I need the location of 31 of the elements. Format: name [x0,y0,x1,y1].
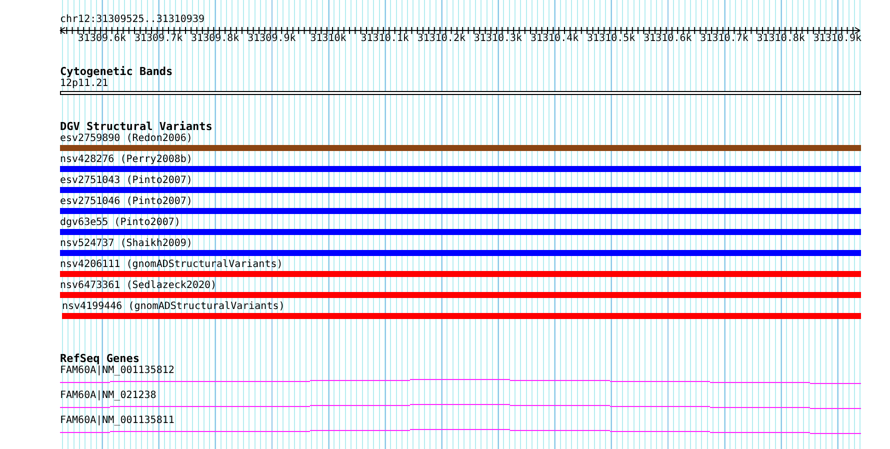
ruler-tick-label: 31309.8k [191,33,240,45]
ruler-tick-label: 31310.5k [587,33,636,45]
ruler-tick-label: 31310.3k [474,33,522,45]
ruler-tick-label: 31310.6k [644,33,692,45]
band-label: 12p11.21 [60,78,108,90]
variant-label: esv2751046 (Pinto2007) [60,196,192,208]
ruler-tick-label: 31309.6k [78,33,126,45]
gene-label: FAM60A|NM_021238 [60,390,156,402]
track-title: Cytogenetic Bands [60,66,173,78]
variant-label: esv2759890 (Redon2006) [60,133,192,145]
ruler-tick-label: 31310.7k [700,33,748,45]
ruler-tick-label: 31309.9k [248,33,296,45]
ruler-tick-label: 31309.7k [134,33,183,45]
variant-label: nsv524737 (Shaikh2009) [60,238,192,250]
gene-label: FAM60A|NM_001135812 [60,365,174,377]
variant-label: nsv4206111 (gnomADStructuralVariants) [60,259,283,271]
track-title: DGV Structural Variants [60,121,212,133]
variant-label: esv2751043 (Pinto2007) [60,175,192,187]
ruler-tick-label: 31310.8k [756,33,805,45]
gene-label: FAM60A|NM_001135811 [60,415,174,427]
ruler-tick-label: 31310.4k [530,33,579,45]
ruler-tick-label: 31310k [310,33,346,45]
variant-label: nsv6473361 (Sedlazeck2020) [60,280,217,292]
position-label: chr12:31309525..31310939 [60,14,204,26]
ruler-tick-label: 31310.2k [417,33,466,45]
variant-label: nsv4199446 (gnomADStructuralVariants) [62,301,285,313]
variant-label: dgv63e55 (Pinto2007) [60,217,180,229]
ruler-tick-label: 31310.1k [360,33,409,45]
variant-label: nsv428276 (Perry2008b) [60,154,192,166]
track-title: RefSeq Genes [60,353,140,365]
ruler-tick-label: 31310.9k [813,33,862,45]
